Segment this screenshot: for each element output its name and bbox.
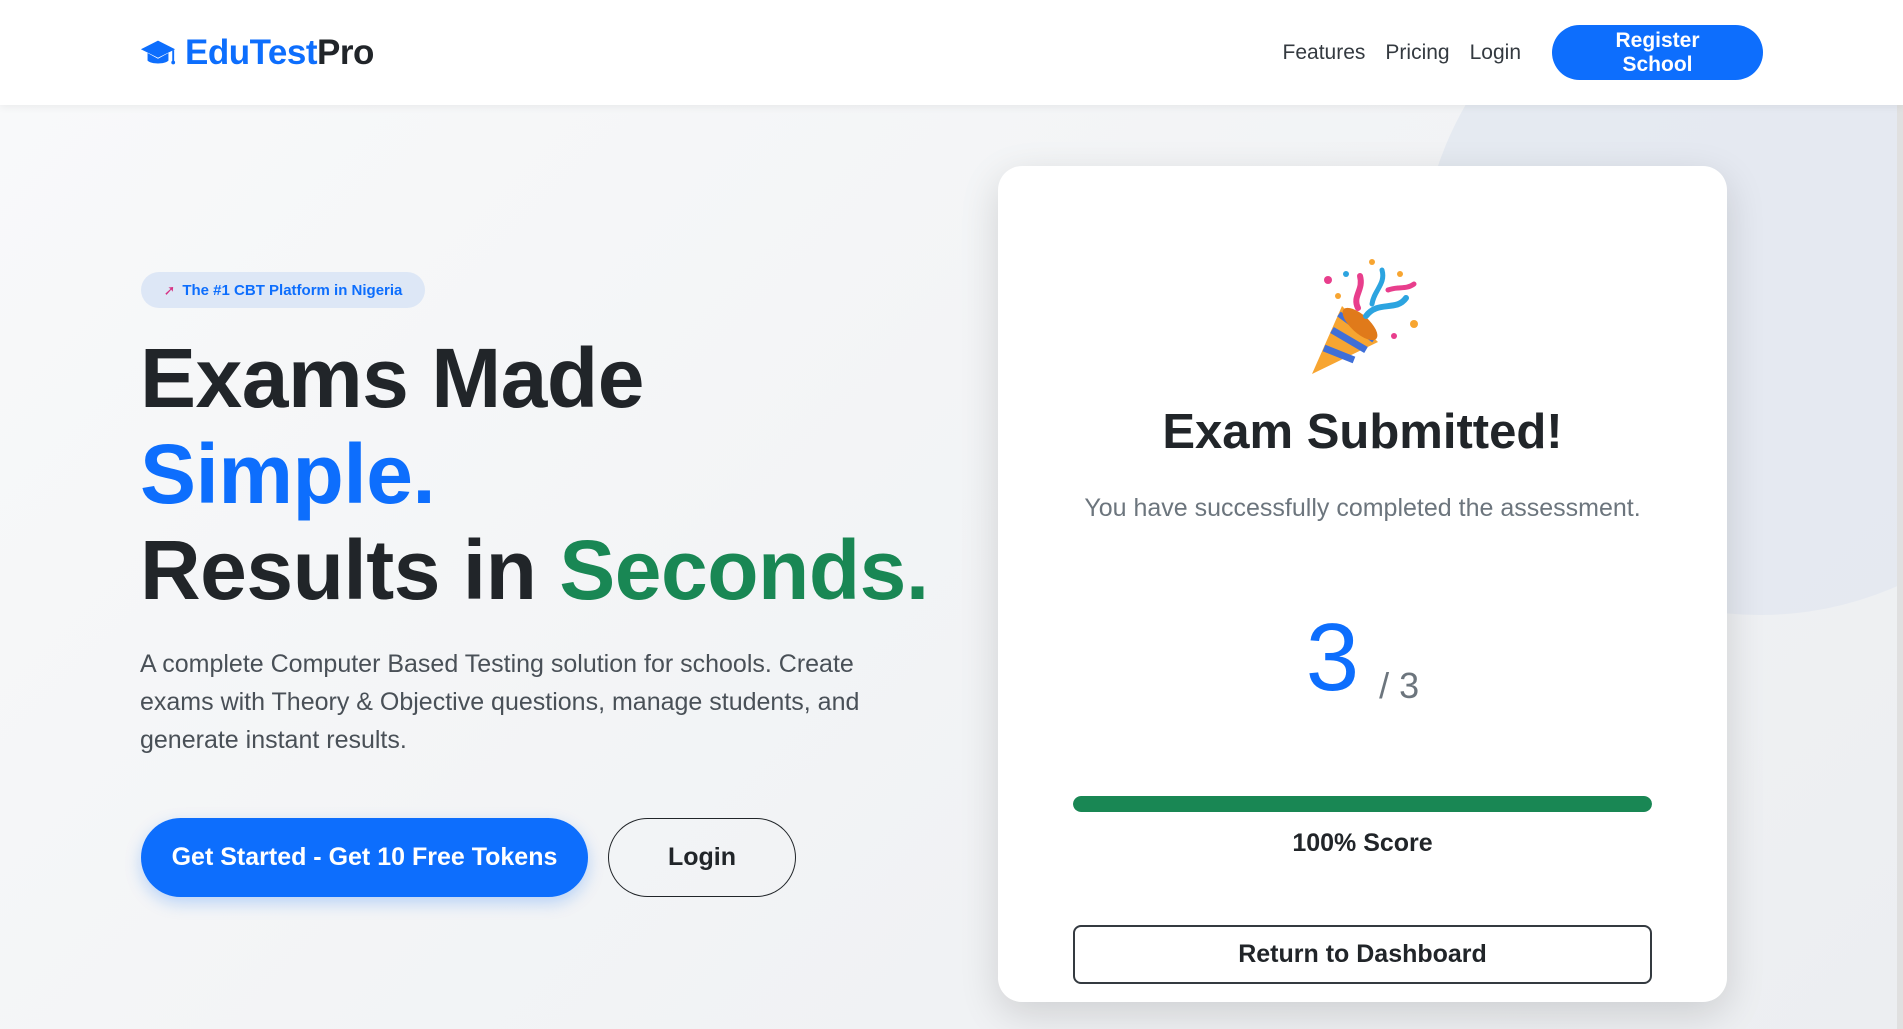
- nav-link-pricing[interactable]: Pricing: [1385, 41, 1449, 65]
- headline-line3b: Seconds.: [559, 523, 929, 617]
- headline-line2: Simple.: [140, 427, 436, 521]
- badge-text: The #1 CBT Platform in Nigeria: [182, 281, 403, 299]
- exam-result-card: Exam Submitted! You have successfully co…: [998, 166, 1727, 1002]
- nav-links: Features Pricing Login Register School: [1283, 25, 1763, 80]
- navbar: EduTestPro Features Pricing Login Regist…: [0, 0, 1903, 105]
- score-percent-label: 100% Score: [1292, 829, 1433, 857]
- headline-line1: Exams Made: [140, 331, 644, 425]
- page-scrollbar[interactable]: [1897, 0, 1903, 1029]
- score-progress-fill: [1073, 796, 1652, 812]
- score-value: 3: [1305, 604, 1360, 711]
- score-display: 3 / 3: [998, 596, 1727, 706]
- rocket-icon: ➚: [163, 281, 176, 298]
- get-started-button[interactable]: Get Started - Get 10 Free Tokens: [141, 818, 588, 897]
- hero-login-button[interactable]: Login: [608, 818, 796, 897]
- nav-link-login[interactable]: Login: [1470, 41, 1521, 65]
- score-progress-bar: [1073, 796, 1652, 812]
- brand-logo[interactable]: EduTestPro: [139, 30, 374, 76]
- party-popper-icon: [1312, 259, 1418, 374]
- hero-headline: Exams Made Simple. Results in Seconds.: [140, 330, 929, 618]
- hero-section: ➚ The #1 CBT Platform in Nigeria Exams M…: [0, 105, 1903, 1029]
- headline-line3a: Results in: [140, 523, 560, 617]
- brand-name-part1: EduTest: [185, 33, 317, 72]
- exam-submitted-title: Exam Submitted!: [1162, 405, 1563, 459]
- graduation-cap-icon: [140, 40, 176, 65]
- hero-lead: A complete Computer Based Testing soluti…: [140, 650, 860, 754]
- exam-submitted-subtitle: You have successfully completed the asse…: [1084, 494, 1641, 522]
- platform-badge: ➚ The #1 CBT Platform in Nigeria: [141, 272, 425, 308]
- score-total: / 3: [1379, 665, 1420, 706]
- return-to-dashboard-button[interactable]: Return to Dashboard: [1073, 925, 1652, 984]
- brand-name-part2: Pro: [316, 33, 374, 72]
- nav-link-features[interactable]: Features: [1283, 41, 1366, 65]
- register-school-button[interactable]: Register School: [1552, 25, 1763, 80]
